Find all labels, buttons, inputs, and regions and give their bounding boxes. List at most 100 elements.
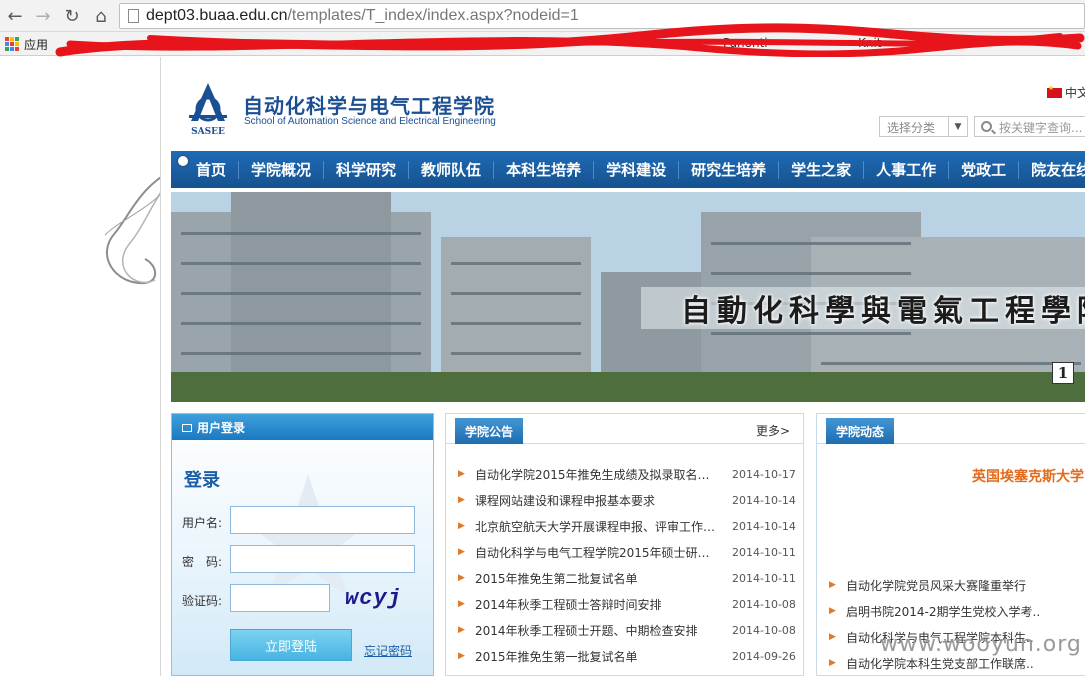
bullet-arrow-icon: ▶ xyxy=(829,658,836,668)
bullet-arrow-icon: ▶ xyxy=(458,469,465,479)
bullet-arrow-icon: ▶ xyxy=(458,599,465,609)
bullet-arrow-icon: ▶ xyxy=(458,521,465,531)
page-icon xyxy=(128,9,139,23)
notice-date: 2014-10-11 xyxy=(732,571,796,585)
news-title[interactable]: 启明书院2014-2期学生党校入学考.. xyxy=(846,603,1046,620)
captcha-field[interactable] xyxy=(230,584,330,612)
news-list: ▶ 自动化学院党员风采大赛隆重举行 ▶ 启明书院2014-2期学生党校入学考.. ▶… xyxy=(829,572,1085,676)
bullet-arrow-icon: ▶ xyxy=(829,632,836,642)
nav-item-graduate[interactable]: 研究生培养 xyxy=(678,160,778,179)
notice-title[interactable]: 2014年秋季工程硕士开题、中期检查安排 xyxy=(475,622,718,639)
list-item: ▶ 自动化学院党员风采大赛隆重举行 xyxy=(829,572,1085,598)
bookmark-item[interactable]: Panonti xyxy=(723,36,768,50)
address-bar[interactable]: dept03.buaa.edu.cn/templates/T_index/ind… xyxy=(119,3,1085,29)
list-item: ▶ 2015年推免生第一批复试名单 2014-09-26 xyxy=(458,643,798,669)
nav-item-faculty[interactable]: 教师队伍 xyxy=(408,160,493,179)
list-item: ▶ 课程网站建设和课程申报基本要求 2014-10-14 xyxy=(458,487,798,513)
login-panel-header: 用户登录 xyxy=(172,414,433,440)
notice-date: 2014-10-14 xyxy=(732,493,796,507)
list-item: ▶ 自动化学院2015年推免生成绩及拟录取名单… 2014-10-17 xyxy=(458,461,798,487)
school-name-cn: 自动化科学与电气工程学院 xyxy=(243,94,495,118)
search-icon xyxy=(981,121,992,132)
list-item: ▶ 启明书院2014-2期学生党校入学考.. xyxy=(829,598,1085,624)
apps-grid-icon[interactable] xyxy=(5,37,19,51)
bullet-arrow-icon: ▶ xyxy=(458,547,465,557)
china-flag-icon xyxy=(1047,84,1062,98)
notices-list: ▶ 自动化学院2015年推免生成绩及拟录取名单… 2014-10-17 ▶ 课程网站建… xyxy=(458,461,798,669)
username-field[interactable] xyxy=(230,506,415,534)
notices-tab[interactable]: 学院公告 xyxy=(455,418,524,444)
notice-date: 2014-10-11 xyxy=(732,545,796,559)
notice-title[interactable]: 自动化科学与电气工程学院2015年硕士研究… xyxy=(475,544,718,561)
bookmarks-bar: 应用 Panonti Knit xyxy=(0,32,1085,56)
bookmark-item[interactable]: Knit xyxy=(858,36,882,50)
notice-title[interactable]: 课程网站建设和课程申报基本要求 xyxy=(475,492,718,509)
nav-item-about[interactable]: 学院概况 xyxy=(238,160,323,179)
forgot-password-link[interactable]: 忘记密码 xyxy=(364,642,412,659)
captcha-image[interactable]: wcyj xyxy=(345,586,409,614)
news-tab[interactable]: 学院动态 xyxy=(826,418,895,444)
bullet-arrow-icon: ▶ xyxy=(829,580,836,590)
list-item: ▶ 北京航空航天大学开展课程申报、评审工作… 2014-10-14 xyxy=(458,513,798,539)
login-button[interactable]: 立即登陆 xyxy=(230,629,352,661)
back-arrow-icon[interactable]: ← xyxy=(3,4,27,28)
school-name-en: School of Automation Science and Electri… xyxy=(244,116,496,127)
bullet-arrow-icon: ▶ xyxy=(458,651,465,661)
banner-caption: 自動化科學與電氣工程學院 xyxy=(681,294,1085,329)
bullet-arrow-icon: ▶ xyxy=(829,606,836,616)
password-field[interactable] xyxy=(230,545,415,573)
notice-title[interactable]: 自动化学院2015年推免生成绩及拟录取名单… xyxy=(475,466,718,483)
news-title[interactable]: 自动化学院党员风采大赛隆重举行 xyxy=(846,577,1046,594)
reload-icon[interactable]: ↻ xyxy=(60,4,84,28)
notice-date: 2014-09-26 xyxy=(732,649,796,663)
nav-item-party[interactable]: 党政工 xyxy=(948,160,1018,179)
browser-toolbar: ← → ↻ ⌂ dept03.buaa.edu.cn/templates/T_i… xyxy=(0,0,1085,32)
nav-item-disciplines[interactable]: 学科建设 xyxy=(593,160,678,179)
list-item: ▶ 自动化科学与电气工程学院2015年硕士研究… 2014-10-11 xyxy=(458,539,798,565)
notice-title[interactable]: 2015年推免生第二批复试名单 xyxy=(475,570,718,587)
notice-date: 2014-10-14 xyxy=(732,519,796,533)
notice-title[interactable]: 2014年秋季工程硕士答辩时间安排 xyxy=(475,596,718,613)
notice-title[interactable]: 2015年推免生第一批复试名单 xyxy=(475,648,718,665)
home-icon[interactable]: ⌂ xyxy=(89,4,113,28)
apps-label[interactable]: 应用 xyxy=(24,36,48,53)
language-switch[interactable]: 中文 xyxy=(1047,84,1085,101)
slide-number-button[interactable]: 1 xyxy=(1052,362,1074,384)
notice-title[interactable]: 北京航空航天大学开展课程申报、评审工作… xyxy=(475,518,718,535)
nav-item-students[interactable]: 学生之家 xyxy=(778,160,863,179)
nav-item-personnel[interactable]: 人事工作 xyxy=(863,160,948,179)
news-headline[interactable]: 英国埃塞克斯大学 xyxy=(972,466,1084,486)
nav-item-research[interactable]: 科学研究 xyxy=(323,160,408,179)
bullet-arrow-icon: ▶ xyxy=(458,495,465,505)
banner-slideshow[interactable]: 自動化科學與電氣工程學院 1 xyxy=(171,192,1085,402)
nav-dot-icon xyxy=(178,156,188,166)
search-input[interactable]: 按关键字查询... xyxy=(974,116,1085,137)
site-watermark: www.wooyun.org xyxy=(880,632,1082,657)
bullet-arrow-icon: ▶ xyxy=(458,573,465,583)
school-logo-icon: SASEE xyxy=(189,83,227,137)
category-select[interactable]: 选择分类 ▼ xyxy=(879,116,968,137)
notice-date: 2014-10-08 xyxy=(732,597,796,611)
notice-date: 2014-10-08 xyxy=(732,623,796,637)
captcha-label: 验证码: xyxy=(182,594,223,608)
user-card-icon xyxy=(182,424,192,432)
news-title[interactable]: 自动化学院本科生党支部工作联席.. xyxy=(846,655,1046,672)
list-item: ▶ 2014年秋季工程硕士答辩时间安排 2014-10-08 xyxy=(458,591,798,617)
more-link[interactable]: 更多> xyxy=(756,422,790,439)
login-panel: 用户登录 ★ 登录 用户名: 密 码: 验证码: wcyj 立即登陆 忘记密码 xyxy=(171,413,434,676)
forward-arrow-icon[interactable]: → xyxy=(31,4,55,28)
dropdown-arrow-icon[interactable]: ▼ xyxy=(948,117,967,136)
login-heading: 登录 xyxy=(184,470,220,491)
list-item: ▶ 2015年推免生第二批复试名单 2014-10-11 xyxy=(458,565,798,591)
notice-date: 2014-10-17 xyxy=(732,467,796,481)
username-label: 用户名: xyxy=(182,516,223,530)
nav-item-alumni[interactable]: 院友在线 xyxy=(1018,160,1085,179)
notices-panel: 学院公告 更多> ▶ 自动化学院2015年推免生成绩及拟录取名单… 2014-10-… xyxy=(445,413,804,676)
web-page: SASEE 自动化科学与电气工程学院 School of Automation … xyxy=(160,57,1085,676)
url-text: dept03.buaa.edu.cn/templates/T_index/ind… xyxy=(146,7,579,24)
logo-text: SASEE xyxy=(191,127,225,137)
nav-item-undergraduate[interactable]: 本科生培养 xyxy=(493,160,593,179)
main-navigation: 首页 学院概况 科学研究 教师队伍 本科生培养 学科建设 研究生培养 学生之家 … xyxy=(171,151,1085,188)
password-label: 密 码: xyxy=(182,555,223,569)
list-item: ▶ 2014年秋季工程硕士开题、中期检查安排 2014-10-08 xyxy=(458,617,798,643)
